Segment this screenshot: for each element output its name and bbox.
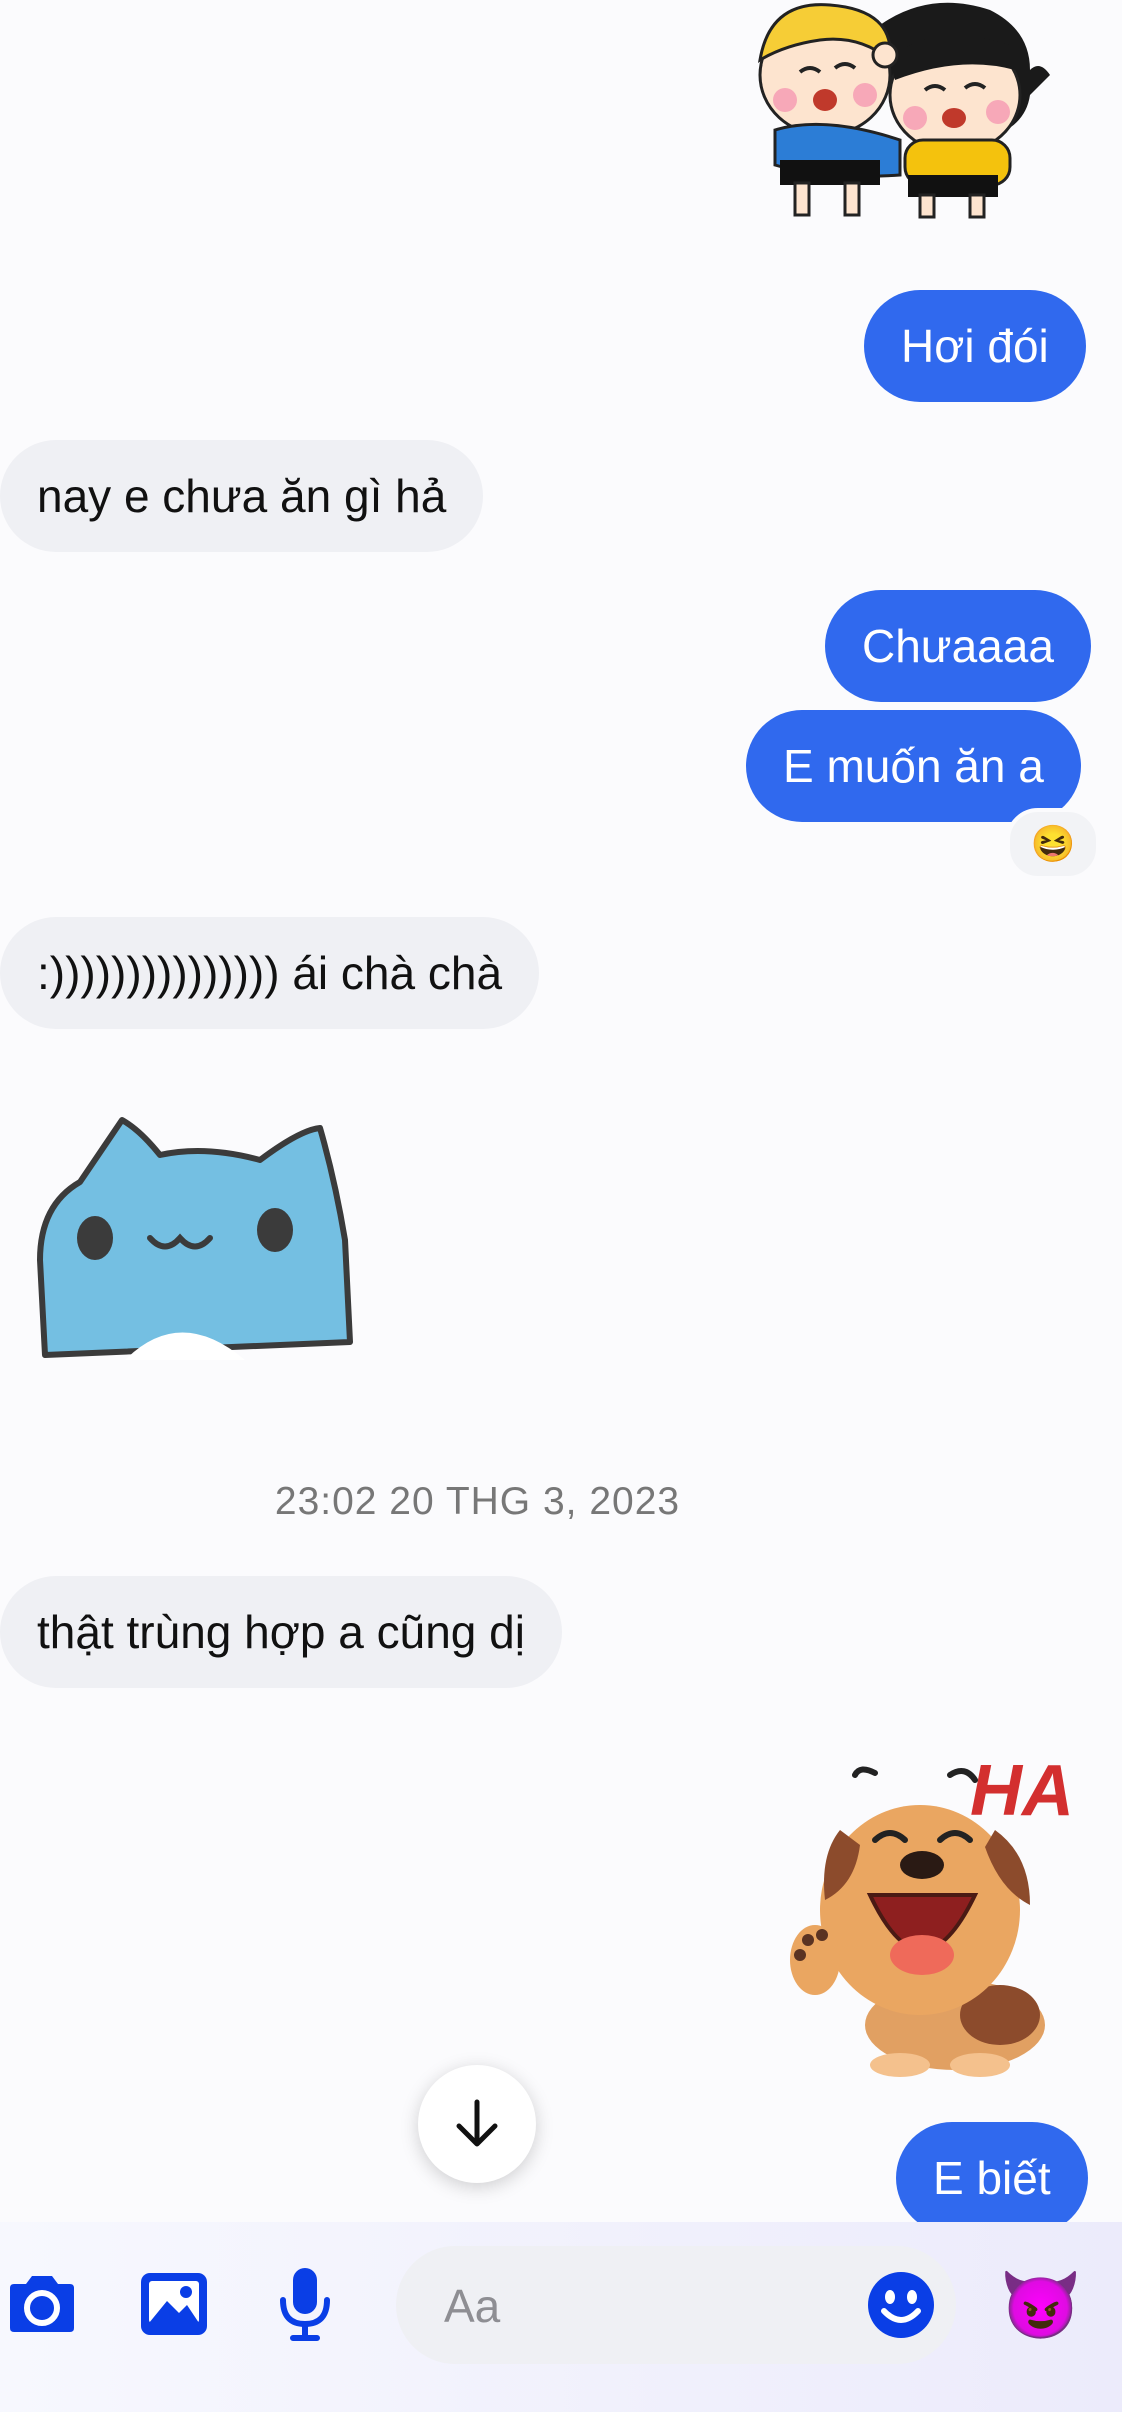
message-input[interactable] [442,2246,826,2366]
outgoing-message[interactable]: E muốn ăn a [746,710,1081,822]
microphone-icon [280,2268,330,2341]
message-reaction[interactable]: 😆 [1006,808,1100,880]
laughing-emoji: 😆 [1030,823,1076,864]
sticker-kids-hugging[interactable] [730,0,1070,225]
emoji-button[interactable] [866,2270,936,2340]
message-list[interactable]: Hơi đói nay e chưa ăn gì hả Chưaaaa E mu… [0,0,1122,2222]
message-input-container[interactable] [396,2246,956,2366]
outgoing-message[interactable]: Hơi đói [864,290,1086,402]
gallery-button[interactable] [138,2268,210,2340]
arrow-down-icon [456,2099,498,2147]
outgoing-message[interactable]: Chưaaaa [825,590,1091,702]
incoming-message[interactable]: :))))))))))))))) ái chà chà [0,917,540,1029]
image-icon [141,2273,207,2335]
incoming-message[interactable]: nay e chưa ăn gì hả [0,440,484,552]
message-composer: 😈 [0,2222,1122,2412]
message-timestamp: 23:02 20 THG 3, 2023 [274,1480,681,1523]
scroll-to-bottom-button[interactable] [418,2065,536,2183]
camera-button[interactable] [4,2268,80,2340]
voice-button[interactable] [272,2264,338,2344]
incoming-message[interactable]: thật trùng hợp a cũng dị [0,1576,562,1688]
camera-icon [10,2276,74,2332]
sticker-blue-cat[interactable] [30,1110,360,1360]
smiling-devil-emoji: 😈 [999,2268,1083,2342]
sticker-ha-text: HA [970,1751,1074,1831]
outgoing-message[interactable]: E biết [896,2122,1088,2222]
sticker-laughing-dog[interactable]: HA [780,1735,1090,2080]
emoji-icon [868,2272,934,2338]
quick-reaction-button[interactable]: 😈 [996,2260,1086,2350]
